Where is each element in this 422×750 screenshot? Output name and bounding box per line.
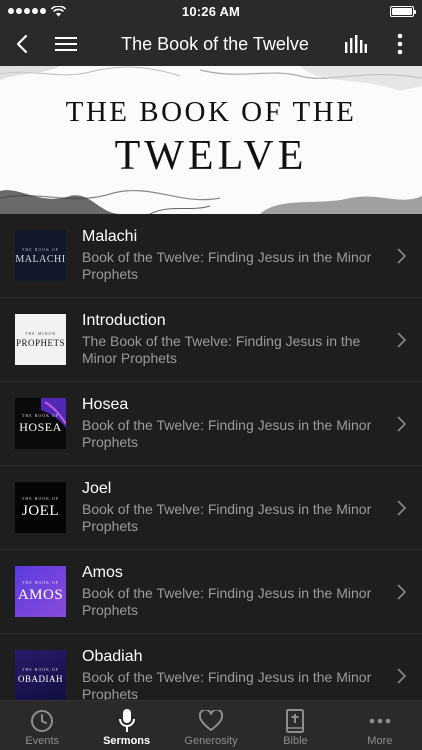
item-subtitle: Book of the Twelve: Finding Jesus in the… [82, 669, 372, 700]
item-subtitle: The Book of the Twelve: Finding Jesus in… [82, 333, 361, 366]
tab-generosity[interactable]: Generosity [169, 701, 253, 750]
chevron-right-icon [397, 415, 406, 432]
audio-button[interactable] [334, 22, 378, 66]
item-subtitle: Book of the Twelve: Finding Jesus in the… [82, 501, 372, 534]
sermon-thumbnail: THE MINOR PROPHETS [15, 314, 66, 365]
chevron-right-icon [397, 499, 406, 516]
item-subtitle: Book of the Twelve: Finding Jesus in the… [82, 585, 372, 618]
tab-label: Bible [283, 735, 308, 747]
list-item[interactable]: THE BOOK OF AMOS Amos Book of the Twelve:… [0, 550, 422, 634]
tab-more[interactable]: More [338, 701, 422, 750]
chevron-right-icon [397, 583, 406, 600]
item-title: Joel [82, 480, 112, 497]
page-title: The Book of the Twelve [121, 33, 309, 54]
list-item[interactable]: THE BOOK OF MALACHI Malachi Book of the T… [0, 214, 422, 298]
back-button[interactable] [0, 22, 44, 66]
sermon-thumbnail: THE BOOK OF JOEL [15, 482, 66, 533]
list-item[interactable]: THE MINOR PROPHETS Introduction The Book … [0, 298, 422, 382]
status-time: 10:26 AM [181, 3, 241, 19]
tab-bar: Events Sermons Generosity Bible More [0, 700, 422, 750]
item-title: Obadiah [82, 648, 143, 665]
equalizer-icon [345, 35, 367, 53]
microphone-icon [118, 709, 135, 732]
sermon-thumbnail: THE BOOK OF AMOS [15, 566, 66, 617]
tab-label: More [367, 735, 393, 747]
chevron-right-icon [397, 247, 406, 264]
list-item[interactable]: THE BOOK OF JOEL Joel Book of the Twelve:… [0, 466, 422, 550]
nav-bar: The Book of the Twelve [0, 22, 422, 66]
clock-icon [31, 710, 54, 732]
item-subtitle: Book of the Twelve: Finding Jesus in the… [82, 417, 372, 450]
chevron-left-icon [16, 34, 28, 54]
item-title: Malachi [82, 228, 138, 245]
item-title: Amos [82, 564, 123, 581]
list-item[interactable]: THE BOOK OF OBADIAH Obadiah Book of the T… [0, 634, 422, 700]
list-item[interactable]: THE BOOK OF HOSEA Hosea Book of the Twelv… [0, 382, 422, 466]
more-options-button[interactable] [378, 22, 422, 66]
item-title: Introduction [82, 312, 166, 329]
chevron-right-icon [397, 331, 406, 348]
tab-label: Events [25, 735, 60, 747]
chevron-right-icon [397, 667, 406, 684]
tab-bible[interactable]: Bible [253, 701, 337, 750]
banner-line-2: TWELVE [114, 133, 308, 179]
heart-icon [199, 710, 224, 731]
tab-events[interactable]: Events [0, 701, 84, 750]
tab-label: Sermons [103, 735, 151, 747]
more-dots-icon [369, 718, 391, 724]
battery-icon [390, 5, 416, 17]
sermon-thumbnail: THE BOOK OF HOSEA [15, 398, 66, 449]
sermon-thumbnail: THE BOOK OF OBADIAH [15, 650, 66, 700]
tab-sermons[interactable]: Sermons [84, 701, 168, 750]
bible-icon [286, 709, 305, 733]
banner-line-1: THE BOOK OF THE [65, 96, 357, 128]
item-subtitle: Book of the Twelve: Finding Jesus in the… [82, 249, 372, 282]
menu-button[interactable] [44, 22, 88, 66]
tab-label: Generosity [184, 735, 238, 747]
vertical-dots-icon [397, 33, 403, 55]
sermon-thumbnail: THE BOOK OF MALACHI [15, 230, 66, 281]
sermon-list: THE BOOK OF MALACHI Malachi Book of the T… [0, 214, 422, 700]
series-banner: THE BOOK OF THE TWELVE [0, 66, 422, 214]
hamburger-icon [55, 37, 77, 51]
status-bar: 10:26 AM [0, 0, 422, 22]
item-title: Hosea [82, 396, 129, 413]
